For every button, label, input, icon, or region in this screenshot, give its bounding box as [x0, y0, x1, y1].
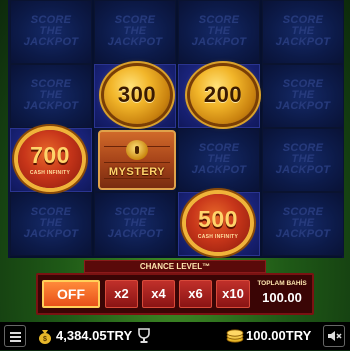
watermark-logo: SCORE THE JACKPOT: [107, 14, 163, 48]
watermark-logo: SCORE THE JACKPOT: [107, 206, 163, 240]
bet-value[interactable]: 100.00TRY: [246, 328, 311, 343]
reel-cell-empty: SCORE THE JACKPOT: [10, 0, 92, 64]
chance-x2-button[interactable]: x2: [105, 280, 138, 308]
reel-cell-empty: SCORE THE JACKPOT: [10, 64, 92, 128]
reel-cell-empty: SCORE THE JACKPOT: [262, 64, 344, 128]
coin-subtitle: CASH INFINITY: [197, 234, 239, 240]
chance-off-button[interactable]: OFF: [42, 280, 100, 308]
total-bet-value: 100.00: [262, 290, 302, 305]
reel-cell-empty: SCORE THE JACKPOT: [10, 192, 92, 256]
coins-icon: [226, 329, 244, 343]
reel-cell-empty: SCORE THE JACKPOT: [178, 128, 260, 192]
chance-x10-button[interactable]: x10: [216, 280, 250, 308]
reel-cell-empty: SCORE THE JACKPOT: [262, 128, 344, 192]
watermark-logo: SCORE THE JACKPOT: [23, 78, 79, 112]
watermark-logo: SCORE THE JACKPOT: [23, 206, 79, 240]
mystery-label: MYSTERY: [108, 166, 166, 178]
watermark-logo: SCORE THE JACKPOT: [191, 142, 247, 176]
coin-value: 200: [203, 82, 243, 107]
watermark-logo: SCORE THE JACKPOT: [191, 14, 247, 48]
trophy-icon[interactable]: [137, 328, 151, 344]
watermark-logo: SCORE THE JACKPOT: [23, 14, 79, 48]
reel-cell-empty: SCORE THE JACKPOT: [262, 192, 344, 256]
cash-coin-symbol-700: 700 CASH INFINITY: [18, 130, 82, 188]
coin-symbol-200: 200: [190, 66, 256, 124]
padlock-icon: [126, 140, 148, 160]
sound-icon[interactable]: [323, 325, 345, 347]
coin-value: 300: [117, 82, 157, 107]
reel-cell-empty: SCORE THE JACKPOT: [94, 0, 176, 64]
menu-icon[interactable]: [4, 325, 26, 347]
svg-text:$: $: [43, 336, 47, 343]
watermark-logo: SCORE THE JACKPOT: [275, 14, 331, 48]
bottom-bar: $ 4,384.05TRY 100.00TRY: [0, 322, 350, 350]
chance-x4-button[interactable]: x4: [142, 280, 175, 308]
coin-value: 700: [30, 142, 70, 168]
coin-symbol-300: 300: [104, 66, 170, 124]
balance-value: 4,384.05TRY: [56, 328, 133, 343]
money-bag-icon: $: [39, 330, 51, 344]
watermark-logo: SCORE THE JACKPOT: [275, 206, 331, 240]
coin-value: 500: [198, 206, 238, 232]
chance-x6-button[interactable]: x6: [179, 280, 212, 308]
total-bet-label: TOPLAM BAHİS: [257, 280, 307, 287]
reel-cell-empty: SCORE THE JACKPOT: [94, 192, 176, 256]
speaker-mute-icon: [328, 331, 342, 341]
total-bet-display: TOPLAM BAHİS 100.00: [254, 278, 310, 310]
chance-level-panel: OFF x2 x4 x6 x10 TOPLAM BAHİS 100.00: [36, 273, 314, 315]
reel-grid: SCORE THE JACKPOT SCORE THE JACKPOT SCORE T…: [8, 0, 344, 258]
cash-coin-symbol-500: 500 CASH INFINITY: [186, 194, 250, 252]
reel-cell-empty: SCORE THE JACKPOT: [262, 0, 344, 64]
chance-level-title: CHANCE LEVEL™: [84, 260, 266, 273]
reel-cell-empty: SCORE THE JACKPOT: [178, 0, 260, 64]
watermark-logo: SCORE THE JACKPOT: [275, 78, 331, 112]
mystery-symbol: MYSTERY: [98, 130, 176, 190]
coin-subtitle: CASH INFINITY: [29, 170, 71, 176]
watermark-logo: SCORE THE JACKPOT: [275, 142, 331, 176]
